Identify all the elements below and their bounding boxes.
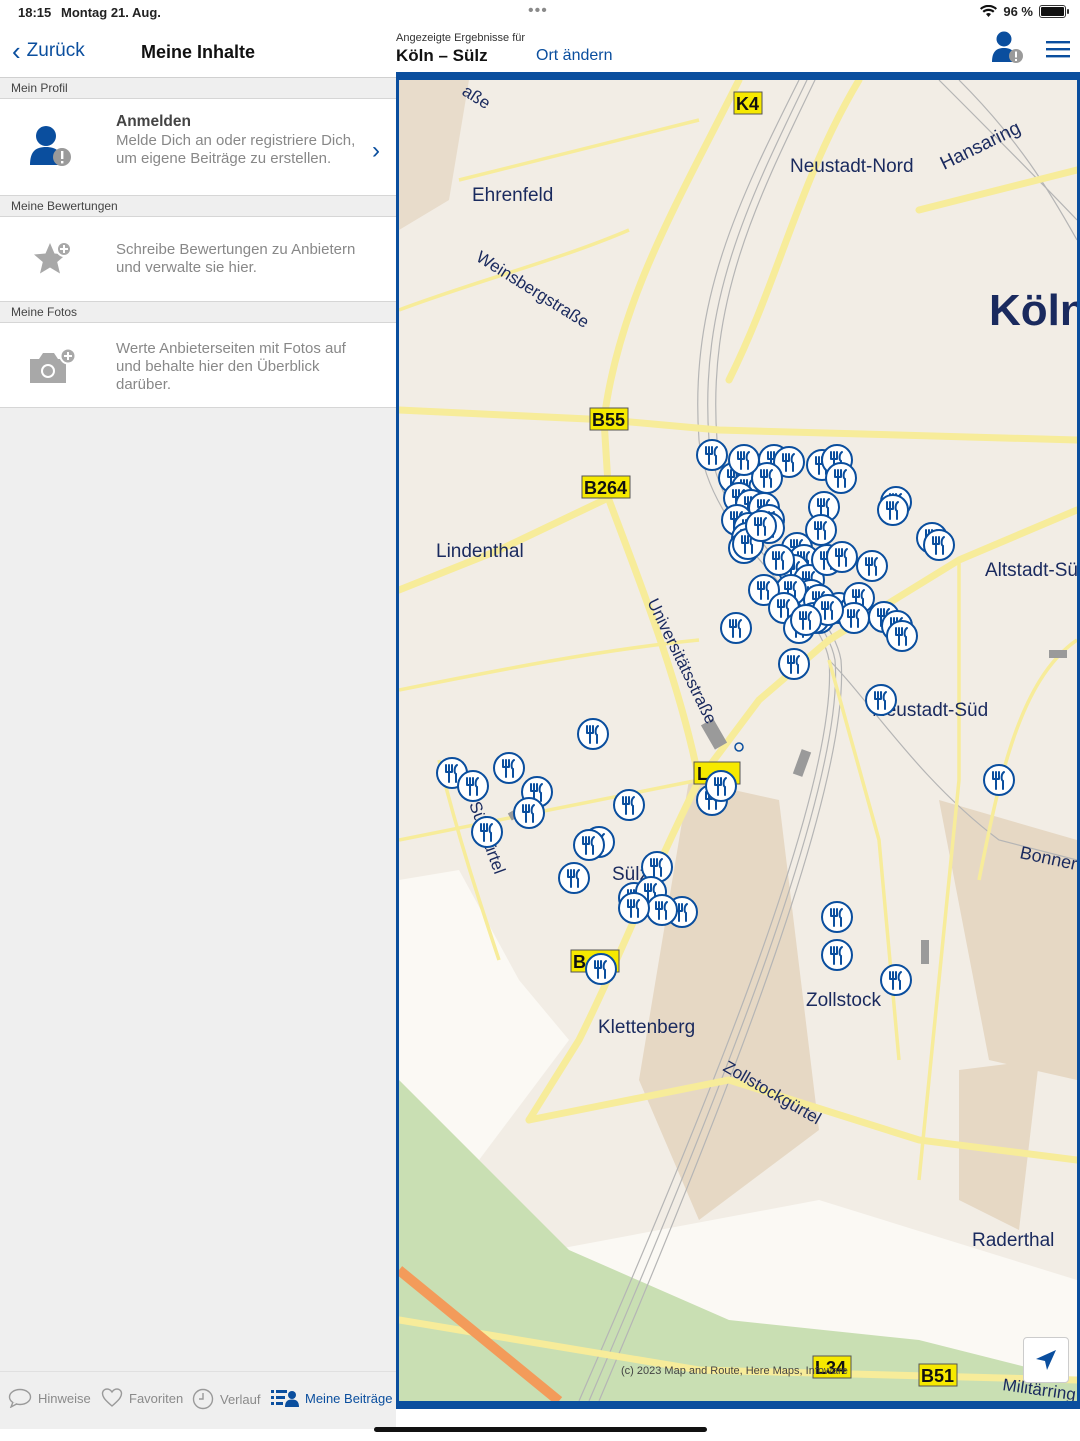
status-bar: 18:15 Montag 21. Aug. ••• 96 %: [0, 0, 1080, 26]
restaurant-marker-icon[interactable]: [558, 862, 590, 894]
reviews-row[interactable]: Schreibe Bewertungen zu Anbietern und ve…: [0, 217, 396, 302]
restaurant-marker-icon[interactable]: [493, 752, 525, 784]
clock-icon: [192, 1388, 214, 1410]
map-label: Klettenberg: [598, 1017, 695, 1038]
tab-bar: Hinweise Favoriten Verlauf Meine Beiträg…: [0, 1371, 396, 1429]
restaurant-marker-icon[interactable]: [778, 648, 810, 680]
camera-add-icon: [30, 347, 77, 383]
map-label: Altstadt-Sü: [985, 560, 1077, 581]
restaurant-marker-icon[interactable]: [821, 901, 853, 933]
user-list-icon: [271, 1390, 299, 1407]
change-location-link[interactable]: Ort ändern: [536, 47, 612, 65]
restaurant-marker-icon[interactable]: [826, 541, 858, 573]
star-add-icon: [34, 241, 72, 274]
restaurant-marker-icon[interactable]: [705, 770, 737, 802]
left-header: ‹ Zurück Meine Inhalte: [0, 26, 396, 78]
status-date: Montag 21. Aug.: [61, 5, 161, 20]
restaurant-marker-icon[interactable]: [877, 494, 909, 526]
restaurant-marker-icon[interactable]: [821, 939, 853, 971]
restaurant-marker-icon[interactable]: [471, 816, 503, 848]
road-badge: B51: [921, 1366, 954, 1386]
login-row[interactable]: Anmelden Melde Dich an oder registriere …: [0, 99, 396, 196]
restaurant-marker-icon[interactable]: [886, 620, 918, 652]
map-label: Neustadt-Nord: [790, 156, 914, 177]
left-panel: ‹ Zurück Meine Inhalte Mein Profil Anmel…: [0, 26, 396, 1371]
map-canvas[interactable]: K4 B55 B264 L B L34 B51 Neustadt-Nord Ha…: [399, 80, 1077, 1401]
road-badge: B55: [592, 410, 625, 430]
restaurant-marker-icon[interactable]: [573, 829, 605, 861]
location-arrow-icon: [1036, 1350, 1056, 1370]
status-right: 96 %: [980, 4, 1069, 19]
location-title: Köln – Sülz: [396, 46, 488, 65]
road-badge: B264: [584, 478, 627, 498]
results-subtitle: Angezeigte Ergebnisse für: [396, 32, 526, 44]
restaurant-marker-icon[interactable]: [728, 444, 760, 476]
road-badge: K4: [736, 94, 759, 114]
page-title: Meine Inhalte: [140, 42, 256, 62]
map-label: Lindenthal: [436, 541, 524, 562]
restaurant-marker-icon[interactable]: [646, 894, 678, 926]
home-indicator[interactable]: [374, 1427, 707, 1432]
restaurant-marker-icon[interactable]: [618, 892, 650, 924]
tab-label: Verlauf: [220, 1391, 261, 1407]
speech-bubble-icon: [8, 1388, 32, 1408]
map-view[interactable]: K4 B55 B264 L B L34 B51 Neustadt-Nord Ha…: [396, 72, 1080, 1409]
tab-hinweise[interactable]: Hinweise: [8, 1388, 91, 1408]
battery-icon: [1039, 5, 1069, 18]
tab-label: Favoriten: [129, 1390, 184, 1406]
restaurant-marker-icon[interactable]: [513, 797, 545, 829]
map-copyright: (c) 2023 Map and Route, Here Maps, Infow…: [621, 1365, 848, 1377]
restaurant-marker-icon[interactable]: [577, 718, 609, 750]
restaurant-marker-icon[interactable]: [720, 612, 752, 644]
section-header-photos: Meine Fotos: [0, 302, 396, 323]
multitasking-dots-icon[interactable]: •••: [528, 2, 548, 20]
battery-percent: 96 %: [1003, 4, 1033, 19]
restaurant-marker-icon[interactable]: [457, 770, 489, 802]
photos-row[interactable]: Werte Anbieterseiten mit Fotos auf und b…: [0, 323, 396, 408]
photos-text: Werte Anbieterseiten mit Fotos auf und b…: [116, 340, 346, 393]
login-title: Anmelden: [116, 113, 191, 130]
restaurant-marker-icon[interactable]: [763, 544, 795, 576]
map-label: Zollstock: [806, 990, 881, 1011]
restaurant-marker-icon[interactable]: [790, 604, 822, 636]
restaurant-marker-icon[interactable]: [825, 462, 857, 494]
login-text: Melde Dich an oder registriere Dich, um …: [116, 132, 356, 167]
restaurant-marker-icon[interactable]: [696, 439, 728, 471]
tab-label: Hinweise: [38, 1390, 91, 1406]
my-location-button[interactable]: [1023, 1337, 1069, 1383]
restaurant-marker-icon[interactable]: [880, 964, 912, 996]
map-label: Köln: [989, 286, 1077, 335]
restaurant-marker-icon[interactable]: [856, 550, 888, 582]
restaurant-marker-icon[interactable]: [865, 684, 897, 716]
tab-favoriten[interactable]: Favoriten: [101, 1388, 183, 1408]
road-badge: B: [573, 952, 586, 972]
tab-meine-beitraege[interactable]: Meine Beiträge: [271, 1388, 392, 1408]
map-header: Angezeigte Ergebnisse für Köln – Sülz Or…: [396, 26, 1080, 72]
restaurant-marker-icon[interactable]: [585, 953, 617, 985]
section-header-profile: Mein Profil: [0, 78, 396, 99]
restaurant-marker-icon[interactable]: [923, 529, 955, 561]
user-alert-icon: [30, 126, 71, 166]
reviews-text: Schreibe Bewertungen zu Anbietern und ve…: [116, 241, 356, 276]
restaurant-marker-icon[interactable]: [613, 789, 645, 821]
wifi-icon: [980, 5, 998, 17]
restaurant-marker-icon[interactable]: [745, 510, 777, 542]
heart-icon: [101, 1388, 123, 1407]
tab-verlauf[interactable]: Verlauf: [192, 1388, 260, 1410]
hamburger-menu-icon[interactable]: [1046, 40, 1070, 58]
map-label: Ehrenfeld: [472, 185, 553, 206]
map-label: Raderthal: [972, 1230, 1054, 1251]
user-alert-icon[interactable]: [990, 30, 1026, 66]
status-time: 18:15: [18, 5, 52, 20]
section-header-reviews: Meine Bewertungen: [0, 196, 396, 217]
chevron-right-icon: ›: [372, 137, 380, 164]
tab-label: Meine Beiträge: [305, 1390, 393, 1406]
restaurant-marker-icon[interactable]: [983, 764, 1015, 796]
